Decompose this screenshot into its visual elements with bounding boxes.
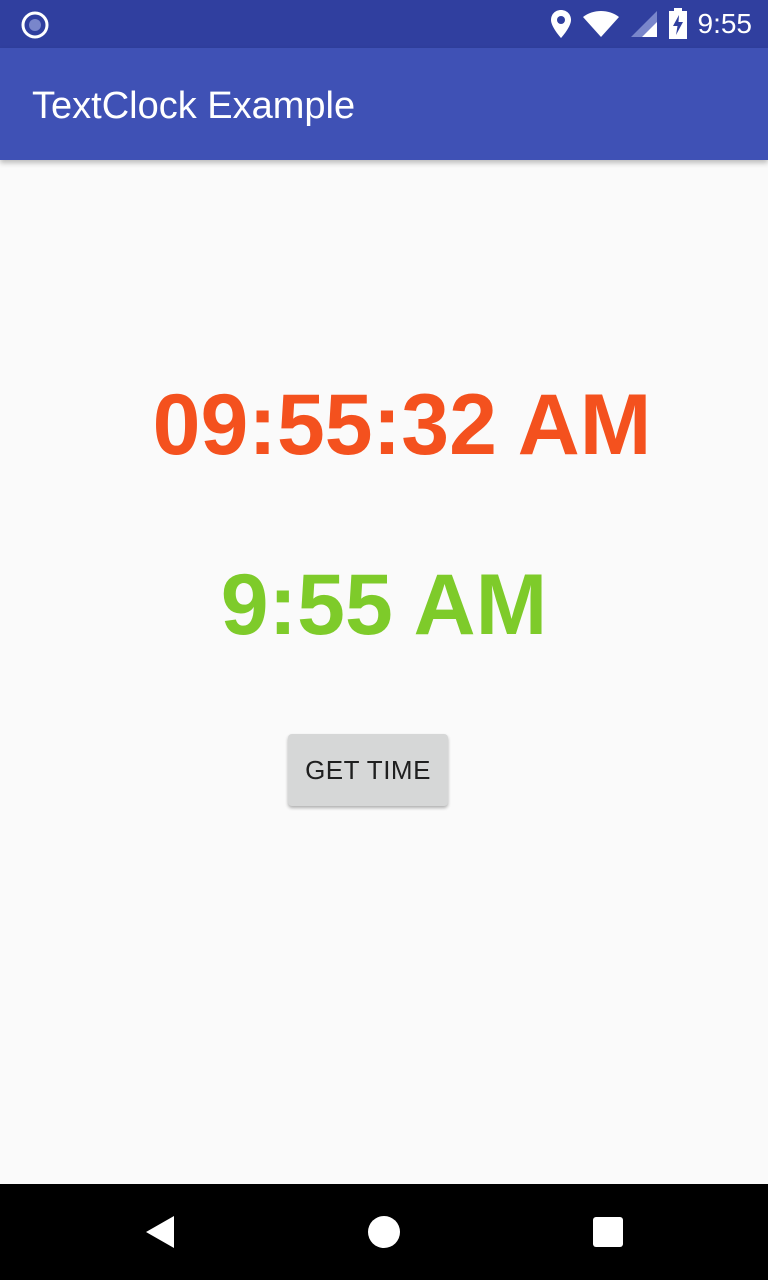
text-clock-short: 9:55 AM — [220, 557, 548, 653]
navigation-bar — [0, 1184, 768, 1280]
recents-icon[interactable] — [584, 1208, 632, 1256]
get-time-button[interactable]: GET TIME — [288, 734, 448, 806]
text-clock-full: 09:55:32 AM — [152, 377, 652, 473]
location-pin-icon — [550, 9, 572, 39]
wifi-icon — [582, 10, 620, 38]
status-time: 9:55 — [697, 8, 753, 39]
battery-charging-icon — [668, 8, 688, 40]
app-bar: TextClock Example — [0, 48, 768, 160]
app-title: TextClock Example — [32, 85, 356, 127]
status-bar: 9:55 — [0, 0, 768, 48]
cell-signal-icon — [630, 10, 658, 38]
home-icon[interactable] — [360, 1208, 408, 1256]
notification-circle-icon — [20, 10, 50, 40]
back-icon[interactable] — [136, 1208, 184, 1256]
